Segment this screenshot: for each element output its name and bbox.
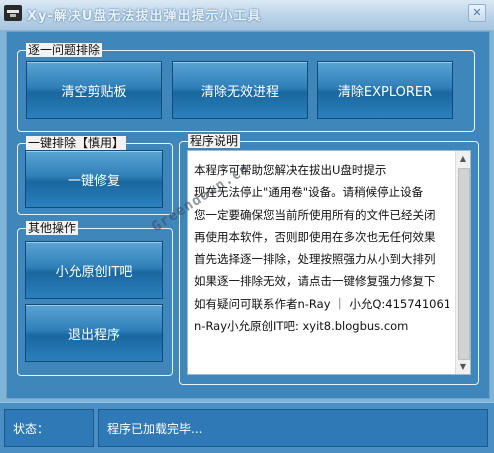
app-icon bbox=[4, 5, 22, 21]
status-bar: 状态： 程序已加载完毕... bbox=[0, 402, 494, 453]
exit-button[interactable]: 退出程序 bbox=[25, 304, 163, 362]
description-line: 如果逐一排除无效，请点击一键修复强力修复下 bbox=[194, 274, 436, 289]
clear-explorer-button[interactable]: 清除EXPLORER bbox=[317, 61, 453, 119]
group-description-label: 程序说明 bbox=[188, 134, 241, 148]
group-one-click-label: 一键排除【慎用】 bbox=[26, 136, 127, 150]
arrow-down-icon[interactable]: ▼ bbox=[457, 360, 469, 373]
close-button[interactable]: ✕ bbox=[468, 4, 486, 22]
title-bar: Xy-解决U盘无法拔出弹出提示小工具 ✕ bbox=[0, 0, 494, 31]
group-other-label: 其他操作 bbox=[26, 221, 79, 235]
status-message: 程序已加载完毕... bbox=[98, 409, 488, 447]
clear-invalid-process-button[interactable]: 清除无效进程 bbox=[172, 61, 308, 119]
scrollbar-thumb[interactable] bbox=[458, 168, 470, 360]
description-line: 您一定要确保您当前所使用所有的文件已经关闭 bbox=[194, 207, 436, 222]
group-other: 其他操作 小允原创IT吧 退出程序 bbox=[17, 221, 173, 376]
one-click-repair-button[interactable]: 一键修复 bbox=[25, 150, 163, 208]
group-step-clear-label: 逐一问题排除 bbox=[26, 43, 103, 57]
description-line: 如有疑问可联系作者n-Ray ｜ 小允Q:415741061 bbox=[194, 296, 449, 311]
xiaoyun-it-button[interactable]: 小允原创IT吧 bbox=[25, 241, 163, 299]
window-title: Xy-解决U盘无法拔出弹出提示小工具 bbox=[27, 9, 262, 24]
description-line: 首先选择逐一排除，处理按照强力从小到大排列 bbox=[194, 252, 436, 267]
description-line: 再使用本软件，否则即使用在多次也无任何效果 bbox=[194, 229, 436, 244]
clear-clipboard-button[interactable]: 清空剪贴板 bbox=[26, 61, 162, 119]
description-line: n-Ray小允原创IT吧: xyit8.blogbus.com bbox=[194, 319, 409, 334]
arrow-up-icon[interactable]: ▲ bbox=[457, 152, 469, 165]
status-label: 状态： bbox=[4, 409, 94, 447]
main-panel: 逐一问题排除 清空剪贴板 清除无效进程 清除EXPLORER 一键排除【慎用】 … bbox=[6, 31, 490, 399]
description-scrollbar[interactable]: ▲ ▼ bbox=[455, 151, 470, 374]
group-one-click: 一键排除【慎用】 一键修复 bbox=[17, 136, 173, 215]
group-step-clear: 逐一问题排除 清空剪贴板 清除无效进程 清除EXPLORER bbox=[17, 43, 475, 132]
